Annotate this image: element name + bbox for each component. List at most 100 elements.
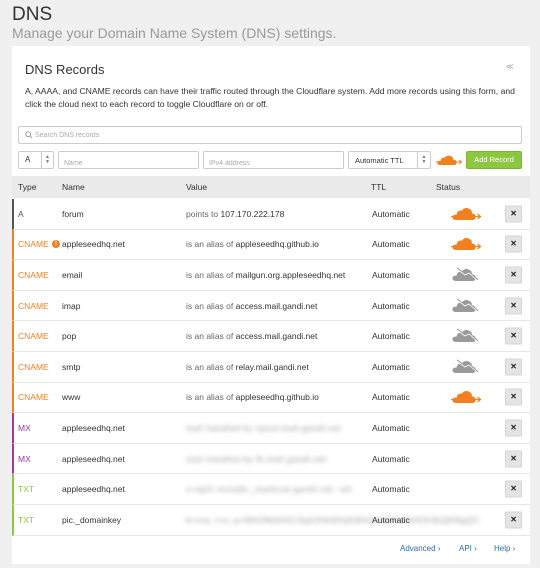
value-prefix: is an alias of bbox=[186, 392, 234, 403]
value-prefix: is an alias of bbox=[186, 269, 234, 280]
record-ttl[interactable]: Automatic bbox=[372, 331, 410, 341]
help-link[interactable]: Help › bbox=[494, 544, 515, 553]
dns-records-card: DNS Records ≪ A, AAAA, and CNAME records… bbox=[12, 46, 530, 564]
grey-cloud-icon[interactable] bbox=[451, 328, 481, 344]
ipv4-field bbox=[203, 151, 344, 172]
delete-record-button[interactable]: × bbox=[505, 205, 522, 223]
add-record-button[interactable]: Add Record bbox=[466, 151, 522, 169]
record-ttl[interactable]: Automatic bbox=[372, 270, 410, 280]
record-type: CNAME bbox=[18, 239, 49, 250]
name-field bbox=[58, 151, 199, 172]
record-name[interactable]: appleseedhq.net bbox=[62, 484, 125, 494]
delete-record-button[interactable]: × bbox=[505, 266, 522, 284]
orange-cloud-icon[interactable] bbox=[451, 236, 482, 252]
table-row: CNAME smtp is an alias of relay.mail.gandi… bbox=[12, 352, 530, 383]
delete-record-button[interactable]: × bbox=[505, 388, 522, 406]
select-arrows-icon: ▲ ▼ bbox=[41, 152, 53, 168]
record-name[interactable]: appleseedhq.net bbox=[62, 423, 125, 433]
name-input[interactable] bbox=[59, 155, 198, 172]
record-name[interactable]: appleseedhq.net bbox=[62, 239, 125, 249]
record-ttl[interactable]: Automatic bbox=[372, 209, 410, 219]
record-value: appleseedhq.github.io bbox=[235, 392, 319, 403]
record-ttl[interactable]: Automatic bbox=[372, 239, 410, 249]
orange-cloud-icon[interactable] bbox=[451, 206, 482, 222]
record-value-cell[interactable]: mail handled by fb.mail.gandi.net bbox=[186, 454, 327, 464]
grey-cloud-icon[interactable] bbox=[451, 298, 481, 314]
delete-record-button[interactable]: × bbox=[505, 327, 522, 345]
record-ttl[interactable]: Automatic bbox=[372, 301, 410, 311]
ipv4-input[interactable] bbox=[204, 155, 343, 172]
record-value: mailgun.org.appleseedhq.net bbox=[235, 269, 346, 280]
table-row: CNAME imap is an alias of access.mail.gand… bbox=[12, 290, 530, 322]
card-title: DNS Records bbox=[25, 62, 105, 77]
record-value: k=rsa; t=s; p=MIGfMA0GCSqGSIb3DQEBAQUAA4… bbox=[186, 514, 480, 525]
delete-record-button[interactable]: × bbox=[505, 358, 522, 376]
orange-cloud-icon[interactable] bbox=[451, 389, 482, 405]
page-title: DNS bbox=[12, 4, 53, 25]
value-prefix: is an alias of bbox=[186, 239, 234, 250]
search-input[interactable] bbox=[35, 128, 515, 142]
record-name[interactable]: pop bbox=[62, 331, 76, 341]
record-value-cell[interactable]: is an alias of access.mail.gandi.net bbox=[186, 331, 317, 341]
record-value-cell[interactable]: k=rsa; t=s; p=MIGfMA0GCSqGSIb3DQEBAQUAA4… bbox=[186, 515, 480, 525]
record-name[interactable]: imap bbox=[62, 301, 80, 311]
record-type: MX bbox=[18, 422, 31, 433]
record-value-cell[interactable]: is an alias of relay.mail.gandi.net bbox=[186, 362, 309, 372]
record-value-cell[interactable]: is an alias of mailgun.org.appleseedhq.n… bbox=[186, 270, 345, 280]
record-value-cell[interactable]: is an alias of appleseedhq.github.io bbox=[186, 239, 319, 249]
record-type: CNAME bbox=[18, 269, 49, 280]
record-value-cell[interactable]: mail handled by spool.mail.gandi.net bbox=[186, 423, 342, 433]
record-name[interactable]: email bbox=[62, 270, 82, 280]
table-row: CNAME! appleseedhq.net is an alias of appl… bbox=[12, 229, 530, 261]
table-row: CNAME www is an alias of appleseedhq.githu… bbox=[12, 382, 530, 414]
record-value-cell[interactable]: points to 107.170.222.178 bbox=[186, 209, 284, 219]
advanced-link[interactable]: Advanced › bbox=[400, 544, 440, 553]
grey-cloud-icon[interactable] bbox=[451, 267, 481, 283]
delete-record-button[interactable]: × bbox=[505, 297, 522, 315]
record-ttl[interactable]: Automatic bbox=[372, 515, 410, 525]
record-name[interactable]: forum bbox=[62, 209, 84, 219]
orange-cloud-icon[interactable] bbox=[436, 154, 462, 166]
ttl-select[interactable]: Automatic TTL ▲ ▼ bbox=[348, 151, 431, 169]
record-type: TXT bbox=[18, 514, 35, 525]
record-name[interactable]: smtp bbox=[62, 362, 80, 372]
record-name[interactable]: appleseedhq.net bbox=[62, 454, 125, 464]
table-row: CNAME email is an alias of mailgun.org.app… bbox=[12, 260, 530, 291]
record-ttl[interactable]: Automatic bbox=[372, 362, 410, 372]
collapse-icon[interactable]: ≪ bbox=[506, 62, 514, 71]
record-ttl[interactable]: Automatic bbox=[372, 392, 410, 402]
search-box bbox=[18, 126, 522, 144]
delete-record-button[interactable]: × bbox=[505, 419, 522, 437]
table-row: CNAME pop is an alias of access.mail.gandi… bbox=[12, 321, 530, 352]
record-value-cell[interactable]: is an alias of access.mail.gandi.net bbox=[186, 301, 317, 311]
delete-record-button[interactable]: × bbox=[505, 235, 522, 253]
record-ttl[interactable]: Automatic bbox=[372, 484, 410, 494]
grey-cloud-icon[interactable] bbox=[451, 359, 481, 375]
record-value-cell[interactable]: is an alias of appleseedhq.github.io bbox=[186, 392, 319, 402]
record-name[interactable]: pic._domainkey bbox=[62, 515, 121, 525]
delete-record-button[interactable]: × bbox=[505, 480, 522, 498]
delete-record-button[interactable]: × bbox=[505, 511, 522, 529]
record-value: access.mail.gandi.net bbox=[235, 300, 318, 311]
delete-record-button[interactable]: × bbox=[505, 450, 522, 468]
info-icon[interactable]: ! bbox=[52, 240, 60, 249]
record-name[interactable]: www bbox=[62, 392, 80, 402]
api-link[interactable]: API › bbox=[459, 544, 477, 553]
value-prefix: is an alias of bbox=[186, 361, 234, 372]
record-type-select[interactable]: A ▲ ▼ bbox=[18, 151, 54, 169]
header-value: Value bbox=[186, 182, 208, 192]
header-type: Type bbox=[18, 182, 37, 192]
record-ttl[interactable]: Automatic bbox=[372, 423, 410, 433]
record-type: CNAME bbox=[18, 361, 49, 372]
record-ttl[interactable]: Automatic bbox=[372, 454, 410, 464]
table-row: TXT appleseedhq.net v=spf1 include:_mailcu… bbox=[12, 474, 530, 505]
record-value-cell[interactable]: v=spf1 include:_mailcust.gandi.net ~all bbox=[186, 484, 352, 494]
card-description: A, AAAA, and CNAME records can have thei… bbox=[25, 86, 515, 109]
header-ttl: TTL bbox=[371, 182, 387, 192]
value-prefix: is an alias of bbox=[186, 331, 234, 342]
record-value: access.mail.gandi.net bbox=[235, 331, 318, 342]
header-status: Status bbox=[436, 182, 461, 192]
table-header: Type Name Value TTL Status bbox=[12, 176, 530, 198]
record-value: v=spf1 include:_mailcust.gandi.net ~all bbox=[186, 484, 352, 495]
record-type: MX bbox=[18, 453, 31, 464]
